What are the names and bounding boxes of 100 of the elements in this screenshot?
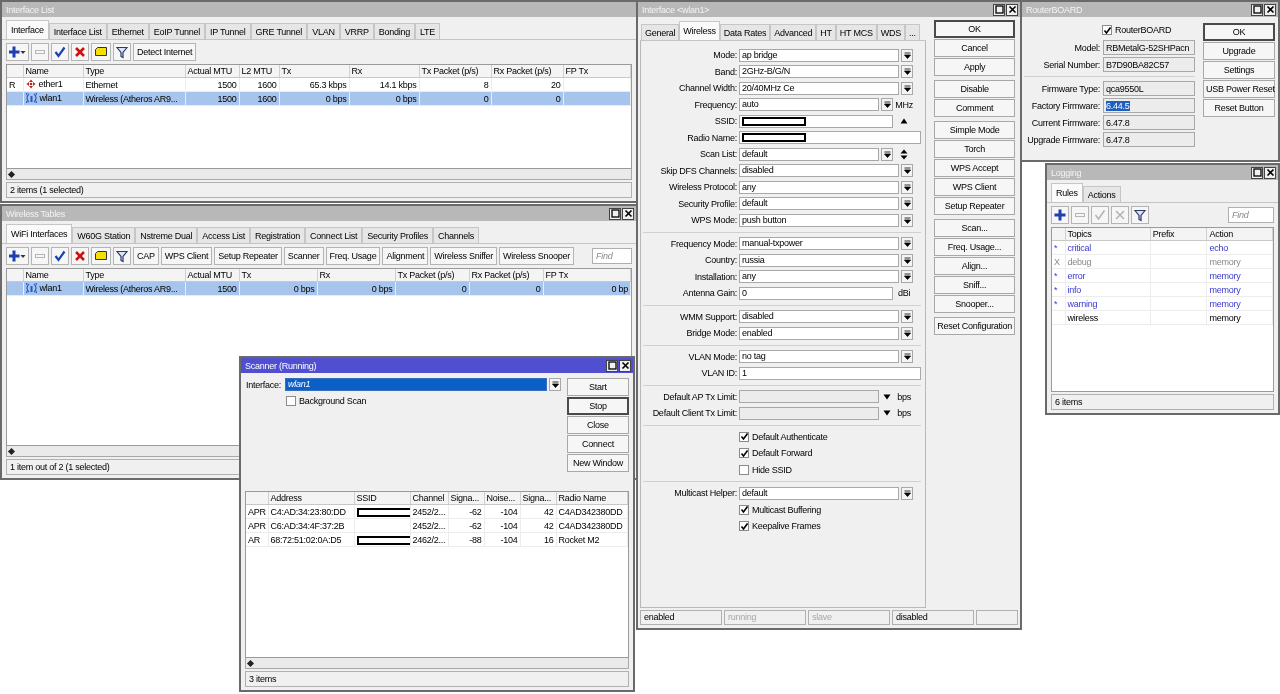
dropdown-button[interactable] <box>901 486 914 500</box>
checkbox[interactable] <box>739 448 749 459</box>
column-header[interactable]: Actual MTU <box>185 269 239 282</box>
toolbar-button[interactable]: WPS Client <box>160 247 213 265</box>
readonly-field[interactable]: RBMetalG-52SHPacn <box>1103 40 1195 55</box>
toolbar-button[interactable]: Scanner <box>283 247 324 265</box>
column-header[interactable]: Topics <box>1065 228 1151 241</box>
maximize-button[interactable] <box>609 207 621 220</box>
dialog-button[interactable]: Stop <box>567 397 629 415</box>
comment-button[interactable] <box>91 247 111 265</box>
tab[interactable]: GRE Tunnel <box>250 23 308 39</box>
column-header[interactable]: Action <box>1207 228 1273 241</box>
disable-button[interactable] <box>71 247 89 265</box>
column-header[interactable]: Type <box>83 65 185 78</box>
dropdown-button[interactable] <box>901 180 914 194</box>
select-field[interactable]: any <box>739 270 900 284</box>
checkbox[interactable] <box>739 464 749 475</box>
dialog-button[interactable]: Close <box>567 416 629 434</box>
select-field[interactable]: enabled <box>739 326 900 340</box>
select-field[interactable]: default <box>739 197 900 211</box>
tab[interactable]: Security Profiles <box>362 227 433 243</box>
column-header[interactable]: FP Tx <box>543 269 631 282</box>
column-header[interactable]: Name <box>23 65 83 78</box>
scrollbar[interactable] <box>245 658 629 669</box>
column-header[interactable]: Address <box>268 492 354 505</box>
dialog-button[interactable]: Sniff... <box>934 276 1015 294</box>
tab[interactable]: Registration <box>250 227 306 243</box>
dropdown-button[interactable] <box>901 164 914 178</box>
tab[interactable]: Connect List <box>305 227 363 243</box>
table-row[interactable]: * warning memory <box>1052 296 1273 311</box>
select-field[interactable]: push button <box>739 213 900 227</box>
collapse-icon[interactable] <box>900 118 909 125</box>
column-header[interactable]: Name <box>23 269 83 282</box>
tab[interactable]: WiFi Interfaces <box>6 224 73 243</box>
tab[interactable]: W60G Station <box>72 227 136 243</box>
dialog-button[interactable]: WPS Client <box>934 178 1015 196</box>
table-row[interactable]: APR C6:AD:34:4F:37:2B 2452/2... -62 -104 42 C4AD342380DD <box>246 518 628 533</box>
toolbar-button[interactable]: Freq. Usage <box>325 247 381 265</box>
dropdown-button[interactable] <box>901 65 914 79</box>
column-header[interactable]: Tx Packet (p/s) <box>395 269 469 282</box>
tab[interactable]: VLAN <box>307 23 340 39</box>
dropdown-button[interactable] <box>901 350 914 364</box>
dialog-button[interactable]: Apply <box>934 58 1015 76</box>
tab[interactable]: Advanced <box>770 24 817 40</box>
table-row[interactable]: wireless memory <box>1052 310 1273 325</box>
tab[interactable]: WDS <box>876 24 905 40</box>
select-field[interactable]: default <box>739 147 880 161</box>
dropdown-button[interactable] <box>901 81 914 95</box>
column-header[interactable]: Radio Name <box>556 492 628 505</box>
select-field[interactable]: disabled <box>739 310 900 324</box>
readonly-field[interactable]: 6.44.5 <box>1103 98 1195 113</box>
checkbox[interactable] <box>286 396 296 406</box>
filter-button[interactable] <box>113 43 131 61</box>
maximize-button[interactable] <box>1251 166 1263 179</box>
readonly-field[interactable]: 6.47.8 <box>1103 115 1195 130</box>
input-field[interactable] <box>739 131 922 145</box>
toolbar-button[interactable]: Setup Repeater <box>214 247 282 265</box>
find-field[interactable]: Find <box>592 248 632 264</box>
dropdown-button[interactable] <box>549 378 561 391</box>
dialog-button[interactable]: Cancel <box>934 39 1015 57</box>
enable-button[interactable] <box>51 247 69 265</box>
caret-icon[interactable] <box>883 410 892 417</box>
input-field[interactable]: 0 <box>739 286 894 300</box>
tab[interactable]: EoIP Tunnel <box>148 23 205 39</box>
dropdown-button[interactable] <box>881 98 894 112</box>
tab[interactable]: Wireless <box>679 21 720 40</box>
dialog-button[interactable]: Freq. Usage... <box>934 238 1015 256</box>
dropdown-button[interactable] <box>901 213 914 227</box>
dialog-button[interactable]: WPS Accept <box>934 159 1015 177</box>
column-header[interactable]: Tx <box>279 65 349 78</box>
maximize-button[interactable] <box>993 3 1005 16</box>
table-row[interactable]: * info memory <box>1052 282 1273 297</box>
dialog-button[interactable]: Settings <box>1203 61 1275 79</box>
tab[interactable]: Actions <box>1082 186 1121 202</box>
input-field[interactable]: 1 <box>739 366 922 380</box>
disable-button[interactable] <box>71 43 89 61</box>
column-header[interactable]: Channel <box>410 492 448 505</box>
checkbox[interactable] <box>739 431 749 442</box>
dialog-button[interactable]: New Window <box>567 454 629 472</box>
readonly-field[interactable]: B7D90BA82C57 <box>1103 57 1195 72</box>
tab[interactable]: HT <box>816 24 836 40</box>
tab[interactable]: Bonding <box>373 23 415 39</box>
checkbox[interactable] <box>739 521 749 532</box>
close-button[interactable] <box>622 207 634 220</box>
tab[interactable]: Rules <box>1051 183 1083 202</box>
tab[interactable]: Ethernet <box>106 23 149 39</box>
column-header[interactable]: Rx <box>349 65 419 78</box>
select-field[interactable]: default <box>739 486 900 500</box>
dialog-button[interactable]: Disable <box>934 80 1015 98</box>
tab[interactable]: HT MCS <box>835 24 877 40</box>
tab[interactable]: Channels <box>432 227 479 243</box>
dropdown-button[interactable] <box>901 48 914 62</box>
dialog-button[interactable]: Comment <box>934 99 1015 117</box>
column-header[interactable]: Signa... <box>520 492 556 505</box>
select-field[interactable]: auto <box>739 98 880 112</box>
dropdown-button[interactable] <box>881 147 894 161</box>
close-button[interactable] <box>1006 3 1018 16</box>
dropdown-button[interactable] <box>901 310 914 324</box>
toolbar-button[interactable]: Alignment <box>382 247 429 265</box>
tab[interactable]: VRRP <box>339 23 374 39</box>
